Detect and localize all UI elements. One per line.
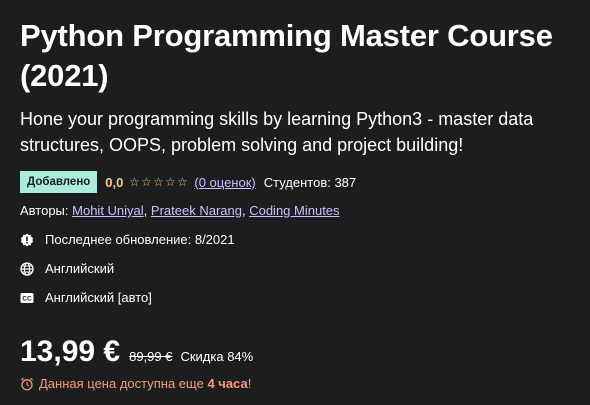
ratings-count-link[interactable]: (0 оценок)	[194, 175, 255, 190]
star-icon: ☆	[152, 175, 164, 189]
timer-suffix: !	[247, 376, 252, 391]
original-price: 89,99 €	[129, 349, 173, 364]
author-link[interactable]: Mohit Uniyal	[72, 203, 144, 218]
svg-text:CC: CC	[22, 296, 32, 303]
discount-label: Скидка 84%	[180, 349, 254, 364]
closed-captions-icon: CC	[20, 293, 34, 303]
price-row: 13,99 € 89,99 € Скидка 84%	[20, 335, 570, 369]
rating-stars: ☆ ☆ ☆ ☆ ☆	[128, 176, 188, 188]
timer-text: Данная цена доступна еще 4 часа!	[39, 376, 251, 391]
course-captions: Английский [авто]	[45, 290, 152, 305]
price-timer: Данная цена доступна еще 4 часа!	[20, 376, 570, 391]
author-link[interactable]: Prateek Narang	[151, 203, 242, 218]
alarm-clock-icon	[21, 377, 33, 390]
rating-value: 0,0	[105, 174, 124, 190]
course-title: Python Programming Master Course (2021)	[20, 18, 553, 93]
star-icon: ☆	[140, 175, 152, 189]
timer-prefix: Данная цена доступна еще	[39, 376, 204, 391]
star-icon: ☆	[176, 175, 188, 189]
globe-icon	[20, 262, 34, 276]
last-updated: Последнее обновление: 8/2021	[45, 232, 235, 247]
status-badge: Добавлено	[20, 171, 98, 193]
author-link[interactable]: Coding Minutes	[249, 203, 339, 218]
last-updated-row: Последнее обновление: 8/2021	[20, 231, 570, 249]
star-icon: ☆	[164, 175, 176, 189]
star-icon: ☆	[128, 175, 140, 189]
language-row: Английский	[20, 260, 570, 278]
authors-label: Авторы:	[20, 203, 69, 218]
course-language: Английский	[45, 261, 115, 276]
course-subtitle: Hone your programming skills by learning…	[20, 109, 534, 155]
current-price: 13,99 €	[20, 335, 121, 368]
students-count: Студентов: 387	[263, 174, 357, 190]
timer-remaining: 4 часа	[207, 376, 248, 391]
alert-badge-icon	[20, 233, 34, 247]
course-header: Python Programming Master Course (2021) …	[0, 0, 590, 405]
captions-row: CC Английский [авто]	[20, 289, 570, 307]
authors-row: Авторы: Mohit Uniyal, Prateek Narang, Co…	[20, 203, 340, 218]
rating-row: Добавлено 0,0 ☆ ☆ ☆ ☆ ☆ (0 оценок) Студе…	[20, 171, 570, 193]
